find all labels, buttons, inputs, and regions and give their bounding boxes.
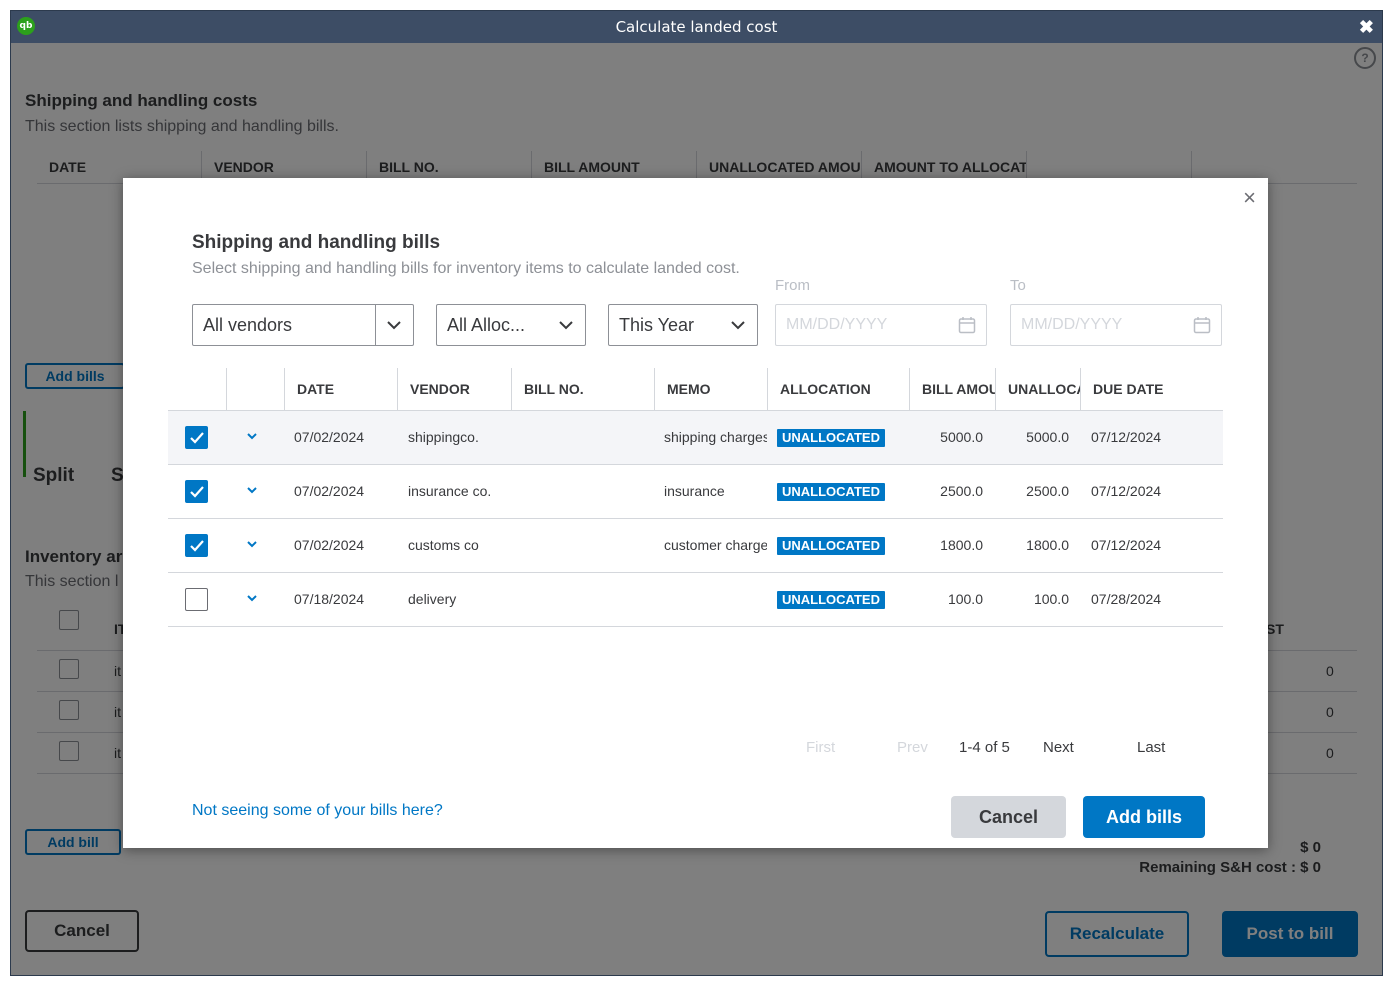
col-vendor[interactable]: VENDOR <box>397 368 511 410</box>
title-bar: qb Calculate landed cost ✖ <box>11 11 1382 43</box>
row-bill-amount: 100.0 <box>947 591 983 607</box>
row-bill-no <box>522 465 652 518</box>
row-due-date: 07/12/2024 <box>1091 429 1162 445</box>
allocation-badge: UNALLOCATED <box>777 429 885 448</box>
row-allocation: UNALLOCATED <box>777 465 907 518</box>
pager-next[interactable]: Next <box>1043 738 1074 758</box>
allocation-filter-select[interactable]: All Alloc... <box>436 304 586 346</box>
row-date: 07/02/2024 <box>294 537 365 553</box>
row-memo: insurance <box>664 483 725 499</box>
row-bill-amount: 2500.0 <box>940 483 983 499</box>
pager-first: First <box>806 739 836 756</box>
chevron-down-icon[interactable] <box>246 593 258 603</box>
row-vendor: shippingco. <box>408 429 479 445</box>
col-expand <box>226 368 284 410</box>
dialog-close-icon[interactable]: × <box>1243 186 1256 210</box>
row-checkbox[interactable] <box>185 588 208 611</box>
row-checkbox[interactable] <box>185 480 208 503</box>
table-row[interactable]: 07/02/2024 shippingco. shipping charges … <box>168 411 1223 465</box>
row-bill-amount: 1800.0 <box>940 537 983 553</box>
row-vendor: customs co <box>408 537 479 553</box>
chevron-down-icon <box>387 321 401 330</box>
shipping-bills-dialog: × Shipping and handling bills Select shi… <box>123 178 1268 848</box>
calendar-icon[interactable] <box>958 316 976 334</box>
col-date[interactable]: DATE <box>284 368 397 410</box>
allocation-badge: UNALLOCATED <box>777 591 885 610</box>
period-filter-select[interactable]: This Year <box>608 304 758 346</box>
select-divider <box>375 305 376 345</box>
dialog-add-bills-button[interactable]: Add bills <box>1083 796 1205 838</box>
table-row[interactable]: 07/18/2024 delivery UNALLOCATED 100.0 10… <box>168 573 1223 627</box>
col-unallocated[interactable]: UNALLOCATED <box>995 368 1080 410</box>
dialog-title: Shipping and handling bills <box>192 232 441 253</box>
row-due-date: 07/28/2024 <box>1091 591 1162 607</box>
col-bill-amount[interactable]: BILL AMOUNT <box>909 368 995 410</box>
col-select <box>168 368 226 410</box>
row-allocation: UNALLOCATED <box>777 519 907 572</box>
allocation-badge: UNALLOCATED <box>777 537 885 556</box>
col-bill-no[interactable]: BILL NO. <box>511 368 654 410</box>
from-date-placeholder: MM/DD/YYYY <box>786 316 888 333</box>
chevron-down-icon[interactable] <box>246 431 258 441</box>
vendor-filter-value: All vendors <box>203 315 293 335</box>
row-date: 07/18/2024 <box>294 591 365 607</box>
row-due-date: 07/12/2024 <box>1091 537 1162 553</box>
row-vendor: delivery <box>408 591 457 607</box>
missing-bills-link[interactable]: Not seeing some of your bills here? <box>192 802 443 820</box>
dialog-subtitle: Select shipping and handling bills for i… <box>192 260 740 277</box>
table-row[interactable]: 07/02/2024 customs co customer charges U… <box>168 519 1223 573</box>
row-checkbox[interactable] <box>185 534 208 557</box>
row-memo: shipping charges <box>664 429 767 445</box>
row-checkbox[interactable] <box>185 426 208 449</box>
window-close-icon[interactable]: ✖ <box>1359 15 1374 39</box>
chevron-down-icon <box>559 321 573 330</box>
row-due-date: 07/12/2024 <box>1091 483 1162 499</box>
pager-range: 1-4 of 5 <box>959 739 1010 756</box>
to-date-input[interactable]: MM/DD/YYYY <box>1010 304 1222 346</box>
chevron-down-icon <box>731 321 745 330</box>
pager-last[interactable]: Last <box>1137 738 1165 758</box>
to-date-placeholder: MM/DD/YYYY <box>1021 316 1123 333</box>
from-date-input[interactable]: MM/DD/YYYY <box>775 304 987 346</box>
allocation-badge: UNALLOCATED <box>777 483 885 502</box>
row-bill-no <box>522 411 652 464</box>
row-bill-no <box>522 573 652 626</box>
row-allocation: UNALLOCATED <box>777 573 907 626</box>
row-unallocated: 5000.0 <box>1026 429 1069 445</box>
row-bill-amount: 5000.0 <box>940 429 983 445</box>
row-memo: customer charges <box>664 537 767 553</box>
vendor-filter-select[interactable]: All vendors <box>192 304 414 346</box>
pager-prev: Prev <box>897 739 928 756</box>
row-unallocated: 1800.0 <box>1026 537 1069 553</box>
row-date: 07/02/2024 <box>294 429 365 445</box>
calendar-icon[interactable] <box>1193 316 1211 334</box>
row-unallocated: 2500.0 <box>1026 483 1069 499</box>
bills-table-header: DATE VENDOR BILL NO. MEMO ALLOCATION BIL… <box>168 368 1223 411</box>
chevron-down-icon[interactable] <box>246 485 258 495</box>
row-bill-no <box>522 519 652 572</box>
col-due-date[interactable]: DUE DATE <box>1080 368 1223 410</box>
bills-table: DATE VENDOR BILL NO. MEMO ALLOCATION BIL… <box>168 368 1223 627</box>
from-date-label: From <box>775 277 810 294</box>
table-row[interactable]: 07/02/2024 insurance co. insurance UNALL… <box>168 465 1223 519</box>
chevron-down-icon[interactable] <box>246 539 258 549</box>
period-filter-value: This Year <box>619 315 695 335</box>
row-date: 07/02/2024 <box>294 483 365 499</box>
row-vendor: insurance co. <box>408 483 492 499</box>
row-allocation: UNALLOCATED <box>777 411 907 464</box>
col-allocation[interactable]: ALLOCATION <box>767 368 909 410</box>
dialog-cancel-button[interactable]: Cancel <box>951 796 1066 838</box>
window-title: Calculate landed cost <box>615 18 778 36</box>
allocation-filter-value: All Alloc... <box>447 315 526 335</box>
to-date-label: To <box>1010 277 1026 294</box>
row-unallocated: 100.0 <box>1033 591 1069 607</box>
col-memo[interactable]: MEMO <box>654 368 767 410</box>
row-memo <box>664 573 767 626</box>
